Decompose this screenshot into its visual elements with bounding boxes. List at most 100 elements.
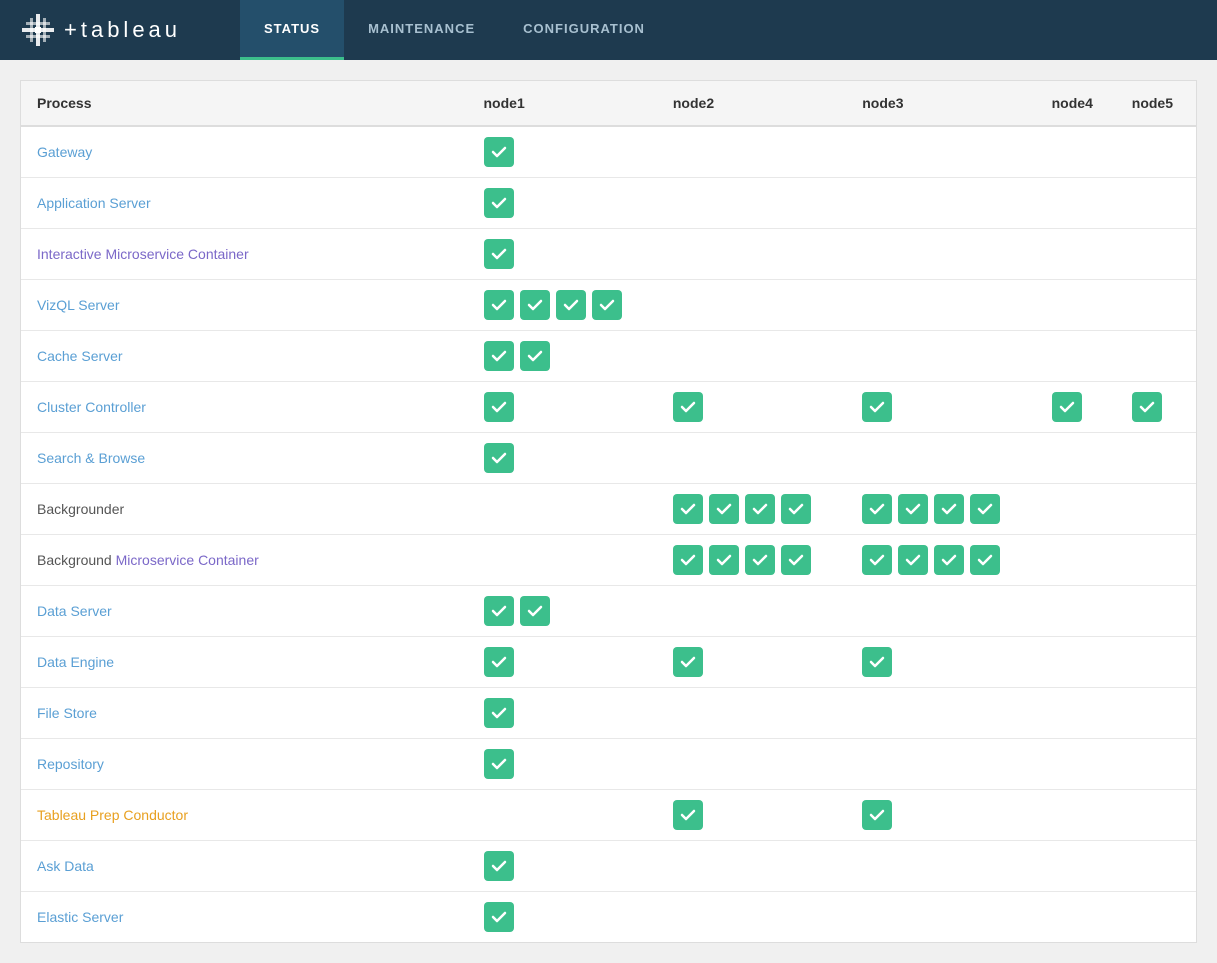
check-badge [745,494,775,524]
main-content: Process node1 node2 node3 node4 node5 Ga… [0,60,1217,963]
process-name: VizQL Server [21,280,468,331]
check-badge [484,647,514,677]
cell-node5 [1116,535,1196,586]
cell-node3 [846,586,1035,637]
table-row: Elastic Server [21,892,1196,943]
cell-node4 [1036,535,1116,586]
table-row: Ask Data [21,841,1196,892]
process-name: File Store [21,688,468,739]
check-badge [898,494,928,524]
logo-text: +tableau [64,17,181,43]
check-badge [970,545,1000,575]
cell-node4 [1036,892,1116,943]
cell-node3 [846,382,1035,433]
check-badge [781,545,811,575]
cell-node5 [1116,739,1196,790]
check-badge [484,239,514,269]
check-badge [484,290,514,320]
cell-node5 [1116,637,1196,688]
nav-status[interactable]: STATUS [240,0,344,60]
cell-node4 [1036,637,1116,688]
cell-node4 [1036,433,1116,484]
check-badge [898,545,928,575]
cell-node3 [846,892,1035,943]
check-badge [484,341,514,371]
process-name: Repository [21,739,468,790]
process-name: Elastic Server [21,892,468,943]
cell-node2 [657,484,846,535]
cell-node4 [1036,126,1116,178]
process-name: Background Microservice Container [21,535,468,586]
check-badge [934,494,964,524]
cell-node1 [468,586,657,637]
table-row: Gateway [21,126,1196,178]
cell-node2 [657,280,846,331]
check-badge [484,698,514,728]
check-badge [520,596,550,626]
check-badge [673,494,703,524]
table-row: Repository [21,739,1196,790]
cell-node5 [1116,331,1196,382]
cell-node4 [1036,382,1116,433]
check-badge [592,290,622,320]
check-badge [781,494,811,524]
nav-configuration[interactable]: CONFIGURATION [499,0,669,60]
col-process: Process [21,81,468,126]
table-row: Tableau Prep Conductor [21,790,1196,841]
check-badge [862,800,892,830]
cell-node3 [846,280,1035,331]
process-name: Cluster Controller [21,382,468,433]
col-node4: node4 [1036,81,1116,126]
table-row: Application Server [21,178,1196,229]
check-badge [484,749,514,779]
col-node3: node3 [846,81,1035,126]
cell-node3 [846,178,1035,229]
col-node2: node2 [657,81,846,126]
cell-node4 [1036,790,1116,841]
check-badge [862,545,892,575]
cell-node1 [468,688,657,739]
process-name: Cache Server [21,331,468,382]
cell-node2 [657,688,846,739]
check-badge [709,494,739,524]
cell-node1 [468,790,657,841]
cell-node1 [468,841,657,892]
cell-node4 [1036,331,1116,382]
cell-node5 [1116,178,1196,229]
check-badge [484,851,514,881]
check-badge [673,545,703,575]
cell-node3 [846,484,1035,535]
table-row: Background Microservice Container [21,535,1196,586]
cell-node5 [1116,790,1196,841]
cell-node2 [657,637,846,688]
cell-node4 [1036,229,1116,280]
cell-node2 [657,739,846,790]
tableau-logo-icon [20,12,56,48]
check-badge [484,137,514,167]
table-row: Backgrounder [21,484,1196,535]
cell-node3 [846,739,1035,790]
cell-node4 [1036,841,1116,892]
check-badge [1132,392,1162,422]
cell-node4 [1036,484,1116,535]
cell-node1 [468,126,657,178]
check-badge [484,596,514,626]
cell-node4 [1036,178,1116,229]
cell-node2 [657,382,846,433]
cell-node5 [1116,484,1196,535]
cell-node4 [1036,586,1116,637]
cell-node1 [468,535,657,586]
col-node1: node1 [468,81,657,126]
cell-node2 [657,178,846,229]
brand: +tableau [0,0,240,60]
cell-node2 [657,586,846,637]
nav-maintenance[interactable]: MAINTENANCE [344,0,499,60]
table-row: Interactive Microservice Container [21,229,1196,280]
process-name: Application Server [21,178,468,229]
cell-node5 [1116,433,1196,484]
cell-node3 [846,841,1035,892]
cell-node2 [657,433,846,484]
cell-node5 [1116,688,1196,739]
table-header-row: Process node1 node2 node3 node4 node5 [21,81,1196,126]
status-table-container: Process node1 node2 node3 node4 node5 Ga… [20,80,1197,943]
